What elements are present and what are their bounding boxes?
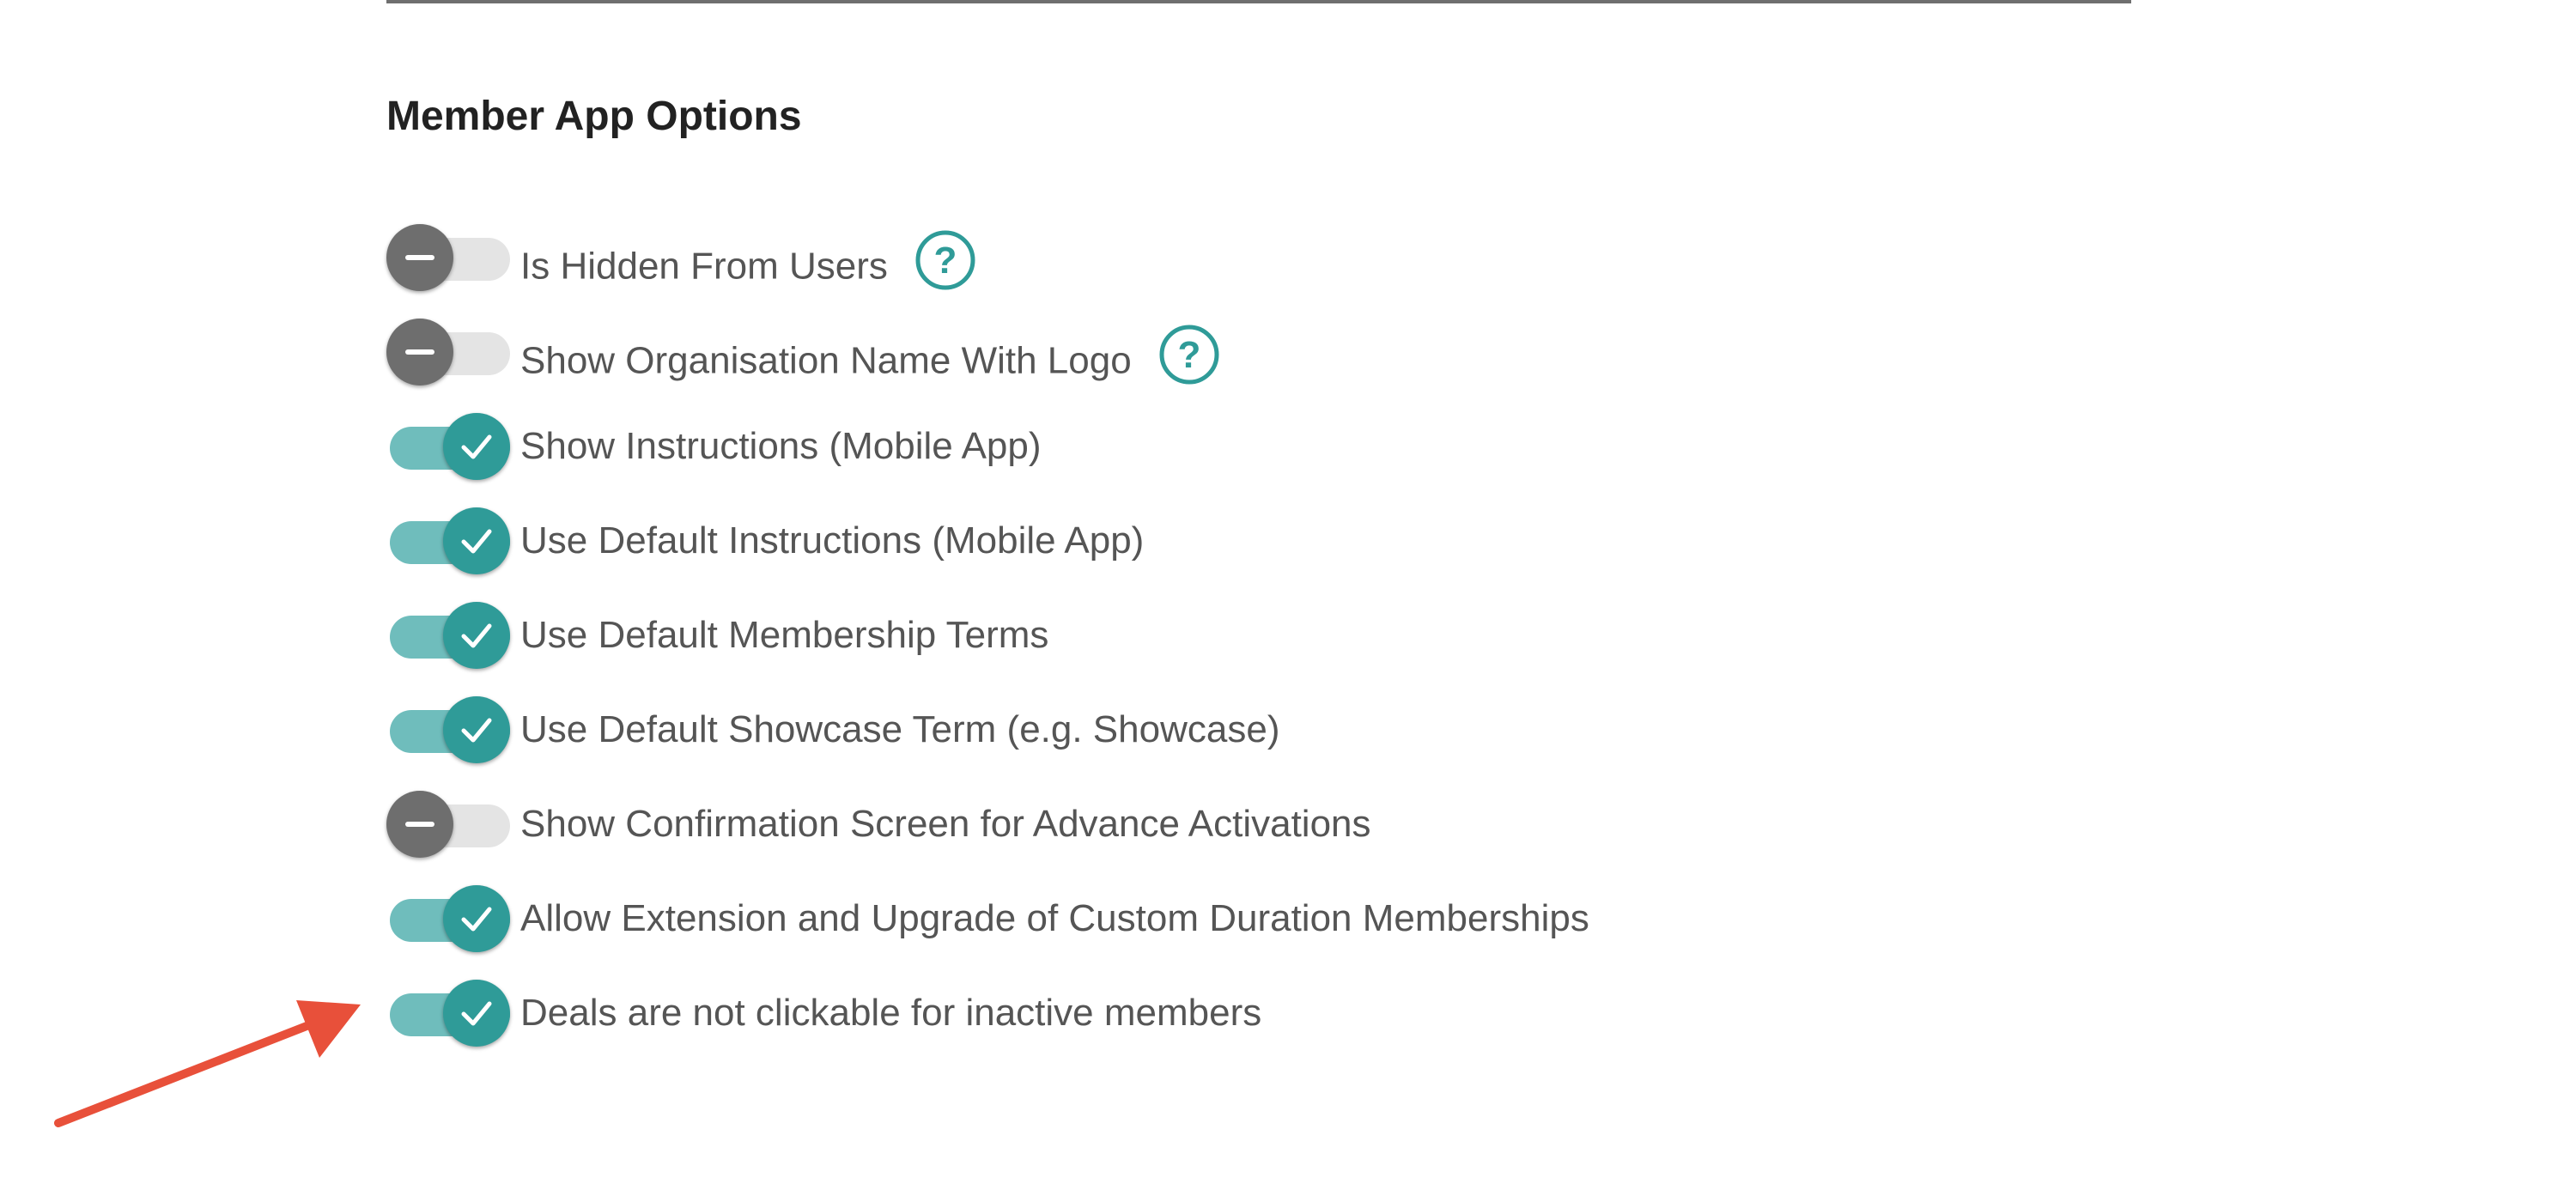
option-label-text: Show Instructions (Mobile App) [520, 425, 1042, 467]
question-circle-icon[interactable]: ? [1157, 323, 1221, 397]
option-toggle[interactable] [386, 883, 511, 952]
check-icon [461, 907, 492, 932]
option-row: Show Confirmation Screen for Advance Act… [386, 778, 2104, 872]
option-toggle[interactable] [386, 411, 511, 480]
svg-text:?: ? [1177, 334, 1200, 376]
option-toggle[interactable] [386, 978, 511, 1047]
option-toggle[interactable] [386, 789, 511, 858]
toggle-knob [386, 791, 453, 858]
option-row: Deals are not clickable for inactive mem… [386, 967, 2104, 1061]
option-label: Show Confirmation Screen for Advance Act… [520, 802, 1371, 847]
check-icon [461, 529, 492, 554]
option-toggle[interactable] [386, 695, 511, 763]
top-divider [386, 0, 2131, 3]
option-label: Show Instructions (Mobile App) [520, 424, 1042, 469]
options-list: Is Hidden From Users? Show Organisation N… [386, 211, 2104, 1061]
option-label-text: Allow Extension and Upgrade of Custom Du… [520, 897, 1589, 939]
option-label-text: Show Organisation Name With Logo [520, 339, 1132, 382]
option-label-text: Use Default Showcase Term (e.g. Showcase… [520, 708, 1280, 750]
toggle-knob [443, 507, 510, 574]
section-title: Member App Options [386, 94, 802, 139]
question-circle-icon[interactable]: ? [914, 228, 977, 302]
check-icon [461, 623, 492, 648]
option-row: Show Organisation Name With Logo? [386, 306, 2104, 400]
toggle-knob [443, 602, 510, 669]
svg-text:?: ? [933, 240, 957, 282]
option-toggle[interactable] [386, 317, 511, 386]
check-icon [461, 434, 492, 459]
option-label: Show Organisation Name With Logo? [520, 325, 1221, 397]
option-row: Use Default Instructions (Mobile App) [386, 495, 2104, 589]
option-label: Use Default Showcase Term (e.g. Showcase… [520, 707, 1279, 752]
option-label: Allow Extension and Upgrade of Custom Du… [520, 896, 1589, 941]
minus-icon [405, 349, 434, 355]
option-label: Deals are not clickable for inactive mem… [520, 991, 1261, 1035]
check-icon [461, 1001, 492, 1026]
option-label: Use Default Instructions (Mobile App) [520, 519, 1144, 563]
option-label: Is Hidden From Users? [520, 230, 977, 302]
check-icon [461, 718, 492, 743]
option-label-text: Deals are not clickable for inactive mem… [520, 992, 1262, 1034]
option-row: Use Default Membership Terms [386, 589, 2104, 683]
option-label-text: Use Default Membership Terms [520, 614, 1049, 656]
minus-icon [405, 255, 434, 260]
option-row: Is Hidden From Users? [386, 211, 2104, 306]
toggle-knob [443, 413, 510, 480]
option-toggle[interactable] [386, 506, 511, 574]
toggle-knob [386, 224, 453, 291]
option-row: Show Instructions (Mobile App) [386, 400, 2104, 495]
toggle-knob [443, 885, 510, 952]
option-toggle[interactable] [386, 222, 511, 291]
toggle-knob [386, 319, 453, 386]
minus-icon [405, 822, 434, 827]
toggle-knob [443, 696, 510, 763]
option-label-text: Show Confirmation Screen for Advance Act… [520, 803, 1371, 845]
option-row: Use Default Showcase Term (e.g. Showcase… [386, 683, 2104, 778]
option-toggle[interactable] [386, 600, 511, 669]
option-label-text: Use Default Instructions (Mobile App) [520, 519, 1145, 562]
option-label-text: Is Hidden From Users [520, 245, 888, 288]
option-row: Allow Extension and Upgrade of Custom Du… [386, 872, 2104, 967]
toggle-knob [443, 980, 510, 1047]
option-label: Use Default Membership Terms [520, 613, 1048, 658]
